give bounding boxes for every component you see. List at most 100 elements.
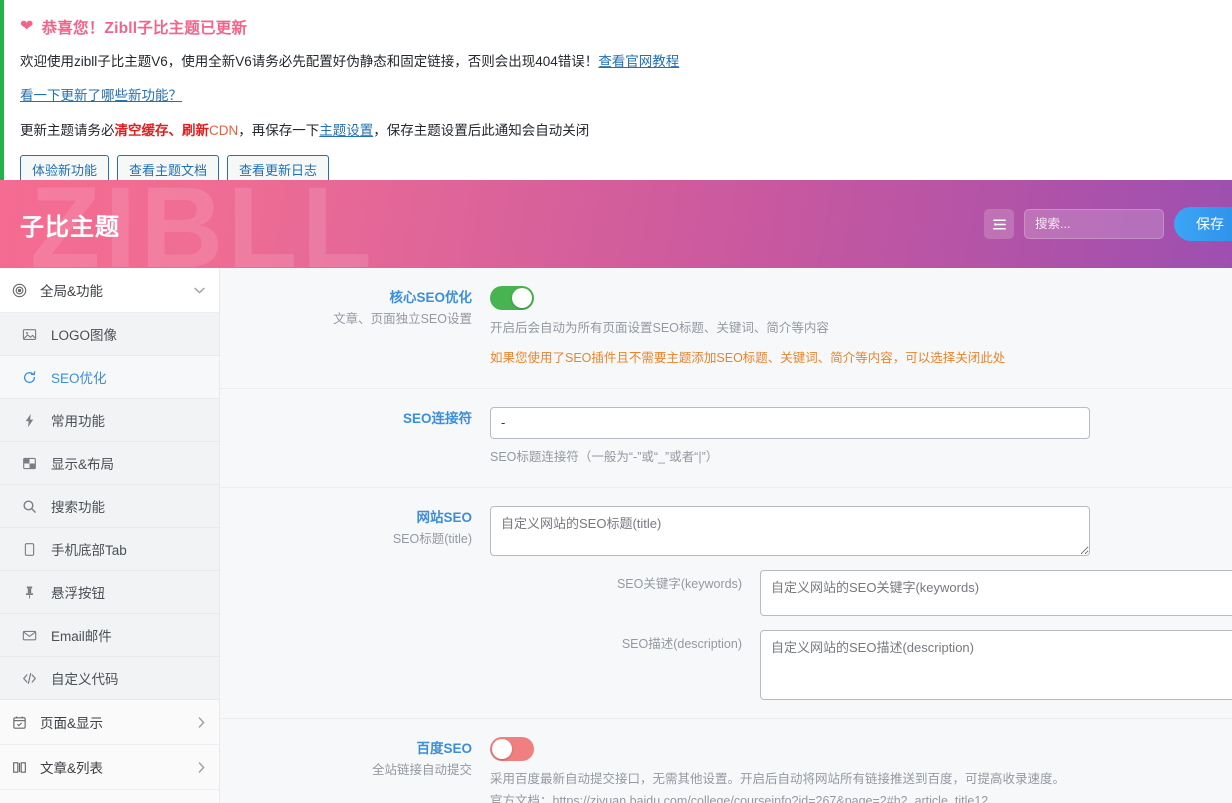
search-input[interactable]: [1024, 209, 1164, 239]
sidebar-group-global-features[interactable]: 全局&功能: [0, 268, 219, 313]
chevron-right-icon: [198, 761, 205, 773]
sidebar-item-label: 常用功能: [51, 414, 105, 429]
seo-description-field: [760, 629, 1232, 700]
sidebar-item-custom-code[interactable]: 自定义代码: [0, 657, 219, 700]
sidebar-item-floating-button[interactable]: 悬浮按钮: [0, 571, 219, 614]
core-seo-hint: 开启后会自动为所有页面设置SEO标题、关键词、简介等内容: [490, 321, 829, 335]
clear-cache-emphasis: 清空缓存、刷新: [114, 122, 210, 138]
header-toolbar: 保存: [984, 207, 1232, 241]
mobile-icon: [22, 542, 42, 557]
sidebar-item-search-feature[interactable]: 搜索功能: [0, 485, 219, 528]
baidu-seo-label: 百度SEO 全站链接自动提交: [220, 737, 490, 780]
theme-options-app: ZIBLL 子比主题 保存: [0, 180, 1232, 803]
baidu-seo-field: 采用百度最新自动提交接口，无需其他设置。开启后自动将网站所有链接推送到百度，可提…: [490, 736, 1232, 803]
notice-line-1-text: 欢迎使用zibll子比主题V6，使用全新V6请务必先配置好伪静态和固定链接，否则…: [20, 54, 599, 69]
official-tutorial-link[interactable]: 查看官网教程: [598, 54, 679, 69]
core-seo-toggle[interactable]: [490, 286, 534, 310]
code-icon: [22, 671, 42, 686]
cdn-emphasis: CDN: [209, 122, 239, 138]
notice-line-3-suffix: ，保存主题设置后此通知会自动关闭: [373, 122, 590, 138]
notice-title-text: 恭喜您！Zibll子比主题已更新: [41, 20, 248, 37]
sidebar-item-label: 手机底部Tab: [51, 543, 127, 558]
notice-line-1: 欢迎使用zibll子比主题V6，使用全新V6请务必先配置好伪静态和固定链接，否则…: [20, 52, 1220, 72]
chevron-down-icon: [194, 287, 205, 294]
chevron-right-icon: [198, 716, 205, 728]
sidebar-item-label: SEO优化: [51, 371, 107, 386]
sidebar-item-label: 搜索功能: [51, 500, 105, 515]
site-seo-title-sub: SEO标题(title): [392, 531, 472, 546]
baidu-seo-toggle[interactable]: [490, 736, 534, 761]
notice-line-3-prefix: 更新主题请务必: [20, 122, 115, 138]
core-seo-field: 开启后会自动为所有页面设置SEO标题、关键词、简介等内容 如果您使用了SEO插件…: [490, 286, 1232, 370]
sidebar-group-label: 文章&列表: [40, 761, 104, 776]
seo-title-textarea[interactable]: [490, 505, 1090, 556]
seo-separator-input[interactable]: [490, 406, 1090, 439]
seo-keywords-subrow: SEO关键字(keywords): [490, 569, 1232, 616]
target-icon: [12, 283, 32, 298]
sidebar-item-display-layout[interactable]: 显示&布局: [0, 442, 219, 485]
notice-line-3-mid: ，再保存一下: [238, 122, 320, 138]
save-button[interactable]: 保存: [1174, 207, 1232, 241]
seo-description-label-text: SEO描述(description): [621, 636, 742, 651]
sidebar-item-label: 显示&布局: [51, 457, 115, 472]
app-title: 子比主题: [20, 213, 120, 241]
toggle-knob: [512, 288, 532, 308]
seo-separator-label: SEO连接符: [220, 407, 490, 429]
bolt-icon: [22, 413, 42, 428]
sidebar: 全局&功能 LOGO图像 SEO优化 常用功能 显示&布局 搜索功能 手机底部T…: [0, 268, 220, 803]
seo-separator-field: SEO标题连接符（一般为“-”或“_”或者“|”）: [490, 406, 1232, 469]
sidebar-group-articles-list[interactable]: 文章&列表: [0, 745, 219, 790]
theme-settings-link[interactable]: 主题设置: [319, 123, 373, 138]
book-icon: [12, 760, 32, 775]
sidebar-item-email[interactable]: Email邮件: [0, 614, 219, 657]
search-icon: [22, 499, 42, 514]
baidu-seo-title: 百度SEO: [416, 740, 472, 756]
sidebar-item-common-features[interactable]: 常用功能: [0, 399, 219, 442]
sidebar-item-logo-image[interactable]: LOGO图像: [0, 313, 219, 356]
sidebar-group-pages-display[interactable]: 页面&显示: [0, 700, 219, 745]
core-seo-label: 核心SEO优化 文章、页面独立SEO设置: [220, 286, 490, 329]
app-header: ZIBLL 子比主题 保存: [0, 180, 1232, 268]
image-icon: [22, 327, 42, 342]
sidebar-item-mobile-bottom-tab[interactable]: 手机底部Tab: [0, 528, 219, 571]
new-features-link[interactable]: 看一下更新了哪些新功能？: [20, 88, 182, 103]
seo-keywords-label: SEO关键字(keywords): [490, 570, 760, 616]
baidu-seo-sub: 全站链接自动提交: [371, 762, 472, 777]
pin-icon: [22, 585, 42, 600]
update-notice-banner: ❤ 恭喜您！Zibll子比主题已更新 欢迎使用zibll子比主题V6，使用全新V…: [0, 0, 1232, 188]
seo-separator-hint: SEO标题连接符（一般为“-”或“_”或者“|”）: [490, 449, 719, 464]
site-seo-label: 网站SEO SEO标题(title): [220, 506, 490, 549]
list-settings-icon: [992, 217, 1007, 232]
core-seo-warning: 如果您使用了SEO插件且不需要主题添加SEO标题、关键词、简介等内容，可以选择关…: [490, 350, 1006, 365]
sidebar-item-label: 自定义代码: [51, 672, 119, 687]
seo-description-textarea[interactable]: [760, 629, 1232, 700]
heart-icon: ❤: [20, 18, 34, 35]
notice-title: ❤ 恭喜您！Zibll子比主题已更新: [20, 16, 1220, 38]
sidebar-group-label: 全局&功能: [40, 284, 104, 299]
refresh-icon: [22, 370, 42, 385]
baidu-seo-hint-1: 采用百度最新自动提交接口，无需其他设置。开启后自动将网站所有链接推送到百度，可提…: [490, 771, 1066, 786]
sidebar-item-seo[interactable]: SEO优化: [0, 356, 219, 399]
baidu-seo-hint-2: 官方文档：https://ziyuan.baidu.com/college/co…: [490, 793, 989, 803]
setting-row-baidu-seo: 百度SEO 全站链接自动提交 采用百度最新自动提交接口，无需其他设置。开启后自动…: [220, 719, 1232, 803]
toggle-knob: [492, 738, 512, 759]
core-seo-sub: 文章、页面独立SEO设置: [333, 312, 472, 327]
list-settings-icon-button[interactable]: [984, 209, 1014, 239]
seo-keywords-label-text: SEO关键字(keywords): [616, 576, 742, 591]
envelope-icon: [22, 628, 42, 643]
seo-separator-title: SEO连接符: [402, 410, 472, 426]
layout-icon: [22, 456, 42, 471]
site-seo-title: 网站SEO: [416, 509, 472, 525]
setting-row-core-seo: 核心SEO优化 文章、页面独立SEO设置 开启后会自动为所有页面设置SEO标题、…: [220, 268, 1232, 389]
app-body: 全局&功能 LOGO图像 SEO优化 常用功能 显示&布局 搜索功能 手机底部T…: [0, 268, 1232, 803]
seo-description-label: SEO描述(description): [490, 630, 760, 700]
sidebar-item-label: 悬浮按钮: [51, 586, 105, 601]
sidebar-item-label: LOGO图像: [51, 328, 118, 343]
core-seo-title: 核心SEO优化: [389, 290, 472, 305]
seo-keywords-textarea[interactable]: [760, 569, 1232, 616]
settings-panel: 核心SEO优化 文章、页面独立SEO设置 开启后会自动为所有页面设置SEO标题、…: [220, 268, 1232, 803]
notice-line-2: 看一下更新了哪些新功能？: [20, 86, 1220, 106]
seo-keywords-field: [760, 569, 1232, 616]
site-seo-field: SEO关键字(keywords) SEO描述(description): [490, 505, 1232, 700]
sidebar-group-label: 页面&显示: [40, 716, 104, 731]
